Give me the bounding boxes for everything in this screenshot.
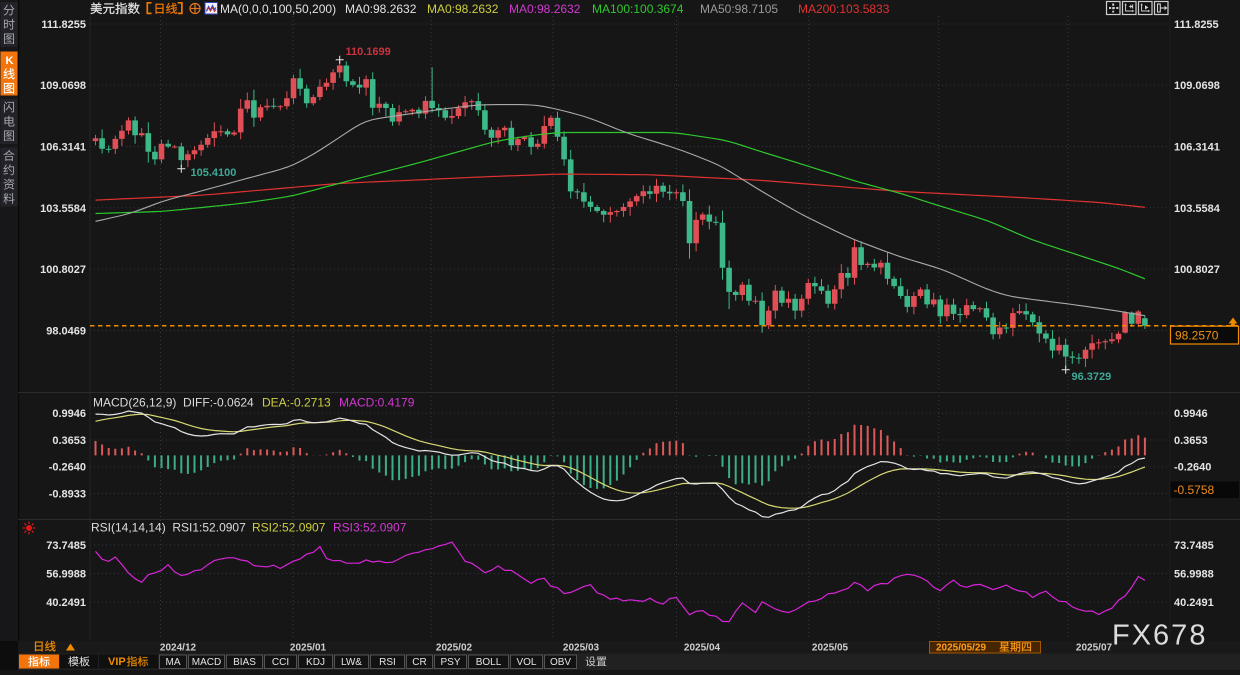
svg-text:2025/02: 2025/02 bbox=[436, 643, 473, 654]
svg-text:MA0:98.2632: MA0:98.2632 bbox=[509, 2, 581, 16]
svg-text:73.7485: 73.7485 bbox=[46, 540, 86, 552]
svg-text:BIAS: BIAS bbox=[233, 657, 256, 668]
svg-text:0.9946: 0.9946 bbox=[52, 408, 86, 420]
svg-text:MA50:98.7105: MA50:98.7105 bbox=[700, 2, 778, 16]
svg-text:-0.8933: -0.8933 bbox=[49, 489, 86, 501]
svg-text:98.0469: 98.0469 bbox=[46, 326, 86, 338]
svg-text:MA: MA bbox=[166, 657, 181, 668]
svg-text:FX678: FX678 bbox=[1112, 620, 1207, 652]
svg-text:K: K bbox=[6, 55, 14, 67]
svg-text:MA0:98.2632: MA0:98.2632 bbox=[345, 2, 417, 16]
svg-text:RSI2:52.0907: RSI2:52.0907 bbox=[252, 521, 326, 535]
svg-text:40.2491: 40.2491 bbox=[46, 597, 86, 609]
svg-text:MA200:103.5833: MA200:103.5833 bbox=[798, 2, 890, 16]
svg-text:111.8255: 111.8255 bbox=[1174, 19, 1219, 31]
svg-text:2025/05/29: 2025/05/29 bbox=[936, 643, 986, 654]
svg-text:KDJ: KDJ bbox=[306, 657, 325, 668]
svg-text:0.3653: 0.3653 bbox=[52, 435, 86, 447]
svg-text:96.3729: 96.3729 bbox=[1072, 371, 1112, 383]
svg-text:106.3141: 106.3141 bbox=[40, 142, 86, 154]
svg-text:103.5584: 103.5584 bbox=[40, 203, 87, 215]
svg-text:56.9988: 56.9988 bbox=[46, 569, 86, 581]
svg-text:56.9988: 56.9988 bbox=[1174, 569, 1214, 581]
svg-text:2024/12: 2024/12 bbox=[160, 643, 197, 654]
svg-text:109.0698: 109.0698 bbox=[40, 80, 86, 92]
svg-text:MA(0,0,0,100,50,200): MA(0,0,0,100,50,200) bbox=[220, 2, 336, 16]
svg-text:MA100:100.3674: MA100:100.3674 bbox=[592, 2, 684, 16]
svg-text:2025/05: 2025/05 bbox=[812, 643, 849, 654]
svg-text:OBV: OBV bbox=[550, 657, 571, 668]
svg-text:105.4100: 105.4100 bbox=[191, 167, 237, 179]
svg-text:-0.2640: -0.2640 bbox=[1174, 462, 1211, 474]
svg-text:0.9946: 0.9946 bbox=[1174, 408, 1208, 420]
svg-text:RSI: RSI bbox=[379, 657, 396, 668]
svg-text:2025/04: 2025/04 bbox=[684, 643, 721, 654]
svg-text:106.3141: 106.3141 bbox=[1174, 142, 1220, 154]
svg-text:RSI3:52.0907: RSI3:52.0907 bbox=[333, 521, 407, 535]
svg-text:LW&: LW& bbox=[341, 657, 362, 668]
svg-text:BOLL: BOLL bbox=[476, 657, 502, 668]
svg-text:98.2570: 98.2570 bbox=[1175, 329, 1219, 343]
svg-text:MACD(26,12,9) DIFF:-0.0624: MACD(26,12,9) DIFF:-0.0624 bbox=[93, 396, 254, 410]
svg-text:VIP: VIP bbox=[108, 656, 126, 668]
svg-text:73.7485: 73.7485 bbox=[1174, 540, 1214, 552]
svg-text:MACD: MACD bbox=[192, 657, 221, 668]
svg-text:110.1699: 110.1699 bbox=[346, 46, 391, 58]
svg-text:DEA:-0.2713: DEA:-0.2713 bbox=[262, 396, 331, 410]
svg-text:MA0:98.2632: MA0:98.2632 bbox=[427, 2, 499, 16]
svg-text:109.0698: 109.0698 bbox=[1174, 80, 1220, 92]
svg-text:100.8027: 100.8027 bbox=[1174, 264, 1220, 276]
svg-text:2025/03: 2025/03 bbox=[563, 643, 600, 654]
svg-text:103.5584: 103.5584 bbox=[1174, 203, 1221, 215]
svg-text:2025/07: 2025/07 bbox=[1076, 643, 1113, 654]
svg-text:111.8255: 111.8255 bbox=[41, 19, 86, 31]
svg-text:CR: CR bbox=[412, 657, 426, 668]
svg-text:RSI(14,14,14) RSI1:52.0907: RSI(14,14,14) RSI1:52.0907 bbox=[91, 521, 246, 535]
svg-text:40.2491: 40.2491 bbox=[1174, 597, 1214, 609]
svg-text:PSY: PSY bbox=[440, 657, 460, 668]
svg-text:-0.5758: -0.5758 bbox=[1174, 483, 1215, 497]
svg-text:VOL: VOL bbox=[516, 657, 536, 668]
svg-text:MACD:0.4179: MACD:0.4179 bbox=[339, 396, 415, 410]
svg-text:100.8027: 100.8027 bbox=[40, 264, 86, 276]
svg-text:2025/01: 2025/01 bbox=[290, 643, 327, 654]
svg-text:-0.2640: -0.2640 bbox=[49, 462, 86, 474]
svg-text:0.3653: 0.3653 bbox=[1174, 435, 1208, 447]
svg-text:CCI: CCI bbox=[272, 657, 289, 668]
